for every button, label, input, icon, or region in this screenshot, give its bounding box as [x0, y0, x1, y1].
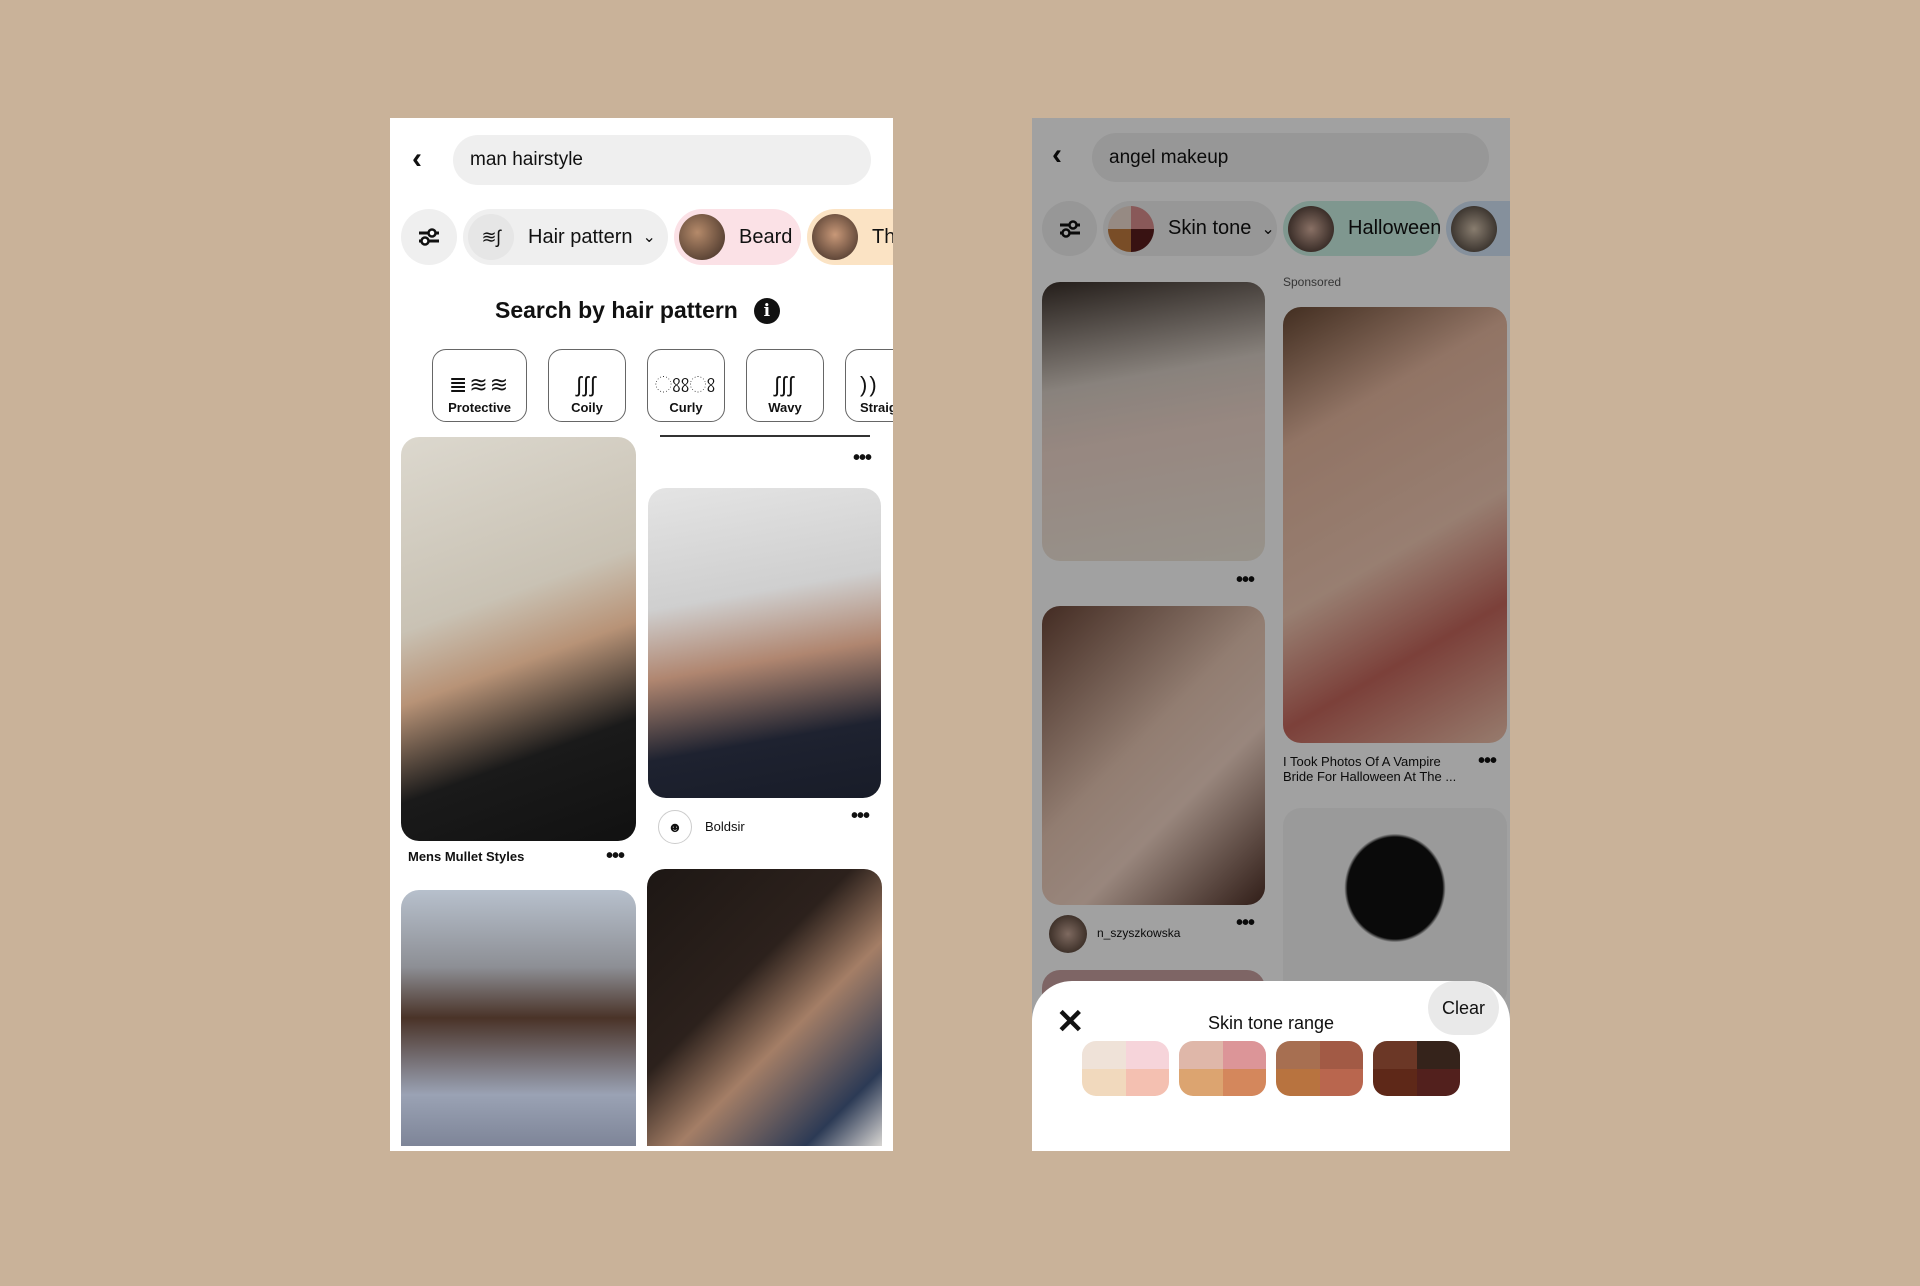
swatch-cell [1125, 1068, 1169, 1096]
swatch-cell [1319, 1068, 1363, 1096]
more-options-icon[interactable]: ••• [851, 806, 870, 826]
chip-label: Th [872, 225, 893, 248]
straight-icon: )) [860, 372, 879, 397]
search-query: man hairstyle [470, 149, 583, 170]
swatch-cell [1276, 1068, 1320, 1096]
protective-icon: ≣≋≋ [448, 372, 511, 397]
swatch-cell [1373, 1068, 1417, 1096]
swatch-dark[interactable] [1373, 1041, 1460, 1096]
chip-label: Beard [739, 225, 793, 248]
pin-author[interactable]: Boldsir [705, 819, 745, 834]
search-input[interactable]: man hairstyle [453, 135, 871, 185]
pattern-label: Wavy [768, 400, 802, 415]
pin-image-longhair[interactable] [647, 869, 882, 1146]
clear-button[interactable]: Clear [1428, 981, 1499, 1035]
pattern-label: Protective [448, 400, 511, 415]
pin-image-mullet[interactable] [401, 437, 636, 841]
hair-pattern-icon: ≋ʃ [468, 214, 514, 260]
more-options-icon[interactable]: ••• [853, 448, 872, 468]
pattern-straight[interactable]: )) Straight [845, 349, 893, 422]
swatch-cell [1179, 1068, 1223, 1096]
chip-beard[interactable]: Beard [674, 209, 801, 265]
swatch-cell [1082, 1068, 1126, 1096]
makeup-search-screen: ‹ angel makeup Skin tone ⌄ Halloween D •… [1032, 118, 1510, 1151]
back-icon[interactable]: ‹ [412, 144, 422, 174]
pin-image-partial [660, 435, 870, 437]
swatch-light[interactable] [1082, 1041, 1169, 1096]
swatch-cell [1373, 1041, 1417, 1069]
clear-label: Clear [1441, 997, 1485, 1018]
pattern-wavy[interactable]: ʃʃʃ Wavy [746, 349, 824, 422]
chip-third[interactable]: Th [807, 209, 893, 265]
pin-image-slicked[interactable] [648, 488, 881, 798]
curly-icon: ଃଃଃ [654, 372, 718, 397]
hair-search-screen: ‹ man hairstyle ≋ʃ Hair pattern ⌄ Beard … [390, 118, 893, 1151]
swatch-cell [1416, 1041, 1460, 1069]
pattern-label: Straight [860, 400, 893, 415]
pattern-coily[interactable]: ʃʃʃ Coily [548, 349, 626, 422]
filter-button[interactable] [401, 209, 457, 265]
pattern-protective[interactable]: ≣≋≋ Protective [432, 349, 527, 422]
more-options-icon[interactable]: ••• [606, 846, 625, 866]
swatch-cell [1082, 1041, 1126, 1069]
wavy-icon: ʃʃʃ [774, 372, 796, 397]
pattern-curly[interactable]: ଃଃଃ Curly [647, 349, 725, 422]
info-icon[interactable]: i [753, 297, 780, 324]
swatch-cell [1222, 1068, 1266, 1096]
swatch-cell [1222, 1041, 1266, 1069]
beard-thumbnail [679, 214, 725, 260]
swatch-cell [1125, 1041, 1169, 1069]
pattern-label: Curly [669, 400, 703, 415]
skin-tone-sheet: ✕ Skin tone range Clear [1032, 981, 1510, 1151]
swatch-cell [1416, 1068, 1460, 1096]
swatch-medium-dark[interactable] [1276, 1041, 1363, 1096]
chevron-down-icon: ⌄ [642, 229, 656, 246]
sliders-icon [419, 228, 439, 246]
swatch-cell [1319, 1041, 1363, 1069]
pin-image-messy[interactable] [401, 890, 636, 1146]
author-avatar[interactable]: ☻ [658, 810, 692, 844]
chip-thumbnail [812, 214, 858, 260]
swatch-medium-light[interactable] [1179, 1041, 1266, 1096]
swatch-cell [1179, 1041, 1223, 1069]
coily-icon: ʃʃʃ [576, 372, 598, 397]
pattern-label: Coily [571, 400, 603, 415]
chip-hair-pattern[interactable]: ≋ʃ Hair pattern ⌄ [463, 209, 668, 265]
swatch-cell [1276, 1041, 1320, 1069]
pin-caption[interactable]: Mens Mullet Styles [408, 849, 524, 864]
chip-label: Hair pattern [528, 225, 633, 248]
section-title: Search by hair pattern [495, 297, 738, 323]
